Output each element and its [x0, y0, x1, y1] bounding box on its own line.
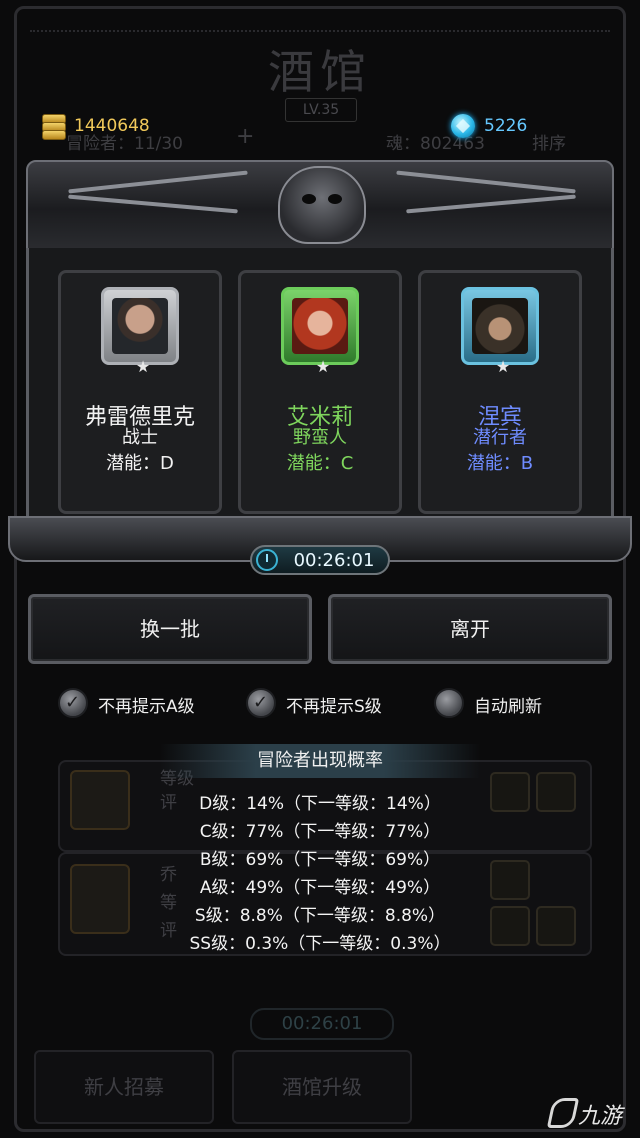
hooded-rogue-portrait-icon [472, 298, 528, 354]
probability-title: 冒险者出现概率 [160, 744, 480, 778]
gem-icon [451, 114, 475, 138]
background-add-button: + [236, 124, 255, 149]
gold-amount: 1440648 [74, 116, 150, 136]
recruit-potential: 潜能：C [286, 453, 354, 474]
background-level: LV.35 [285, 98, 357, 122]
star-icon: ★ [135, 357, 151, 376]
recruit-class: 潜行者 [473, 427, 527, 448]
recruit-portrait: ★ [101, 287, 179, 376]
recruit-class: 野蛮人 [293, 427, 347, 448]
background-timer: 00:26:01 [250, 1008, 394, 1040]
background-recruit-button: 新人招募 [34, 1050, 214, 1124]
recruit-portrait: ★ [461, 287, 539, 376]
probability-line: S级：8.8%（下一等级：8.8%） [194, 906, 446, 926]
checkbox-checked-icon[interactable]: ✓ [58, 688, 88, 718]
recruit-portrait: ★ [281, 287, 359, 376]
star-icon: ★ [495, 357, 511, 376]
background-title: 酒馆 [268, 45, 372, 99]
refresh-batch-button[interactable]: 换一批 [28, 594, 312, 664]
recruit-class: 战士 [122, 427, 158, 448]
leave-button[interactable]: 离开 [328, 594, 612, 664]
panel-ornament-top [26, 160, 614, 250]
option-label: 不再提示S级 [286, 697, 382, 717]
probability-line: SS级：0.3%（下一等级：0.3%） [189, 934, 451, 954]
red-haired-woman-portrait-icon [292, 298, 348, 354]
watermark-text: 九游 [578, 1104, 623, 1129]
refresh-timer: 00:26:01 [250, 545, 390, 575]
option-label: 不再提示A级 [98, 697, 195, 717]
recruit-potential: 潜能：B [466, 453, 534, 474]
recruit-potential: 潜能：D [106, 453, 174, 474]
checkbox-checked-icon[interactable]: ✓ [246, 688, 276, 718]
option-no-remind-s[interactable]: ✓ 不再提示S级 [246, 688, 416, 718]
background-sort-button: 排序 [532, 134, 566, 154]
probability-line: D级：14%（下一等级：14%） [199, 794, 441, 814]
star-icon: ★ [315, 357, 331, 376]
option-auto-refresh[interactable]: 自动刷新 [434, 688, 584, 718]
background-upgrade-button: 酒馆升级 [232, 1050, 412, 1124]
timer-text: 00:26:01 [293, 550, 375, 571]
option-label: 自动刷新 [474, 697, 542, 717]
recruit-card-emily[interactable]: ★ 艾米莉 野蛮人 潜能：C [238, 270, 402, 514]
recruit-card-fredrick[interactable]: ★ 弗雷德里克 战士 潜能：D [58, 270, 222, 514]
option-no-remind-a[interactable]: ✓ 不再提示A级 [58, 688, 228, 718]
male-warrior-portrait-icon [112, 298, 168, 354]
skull-ornament-icon [278, 166, 366, 244]
checkbox-unchecked-icon[interactable] [434, 688, 464, 718]
recruit-panel: ★ 弗雷德里克 战士 潜能：D ★ 艾米莉 野蛮人 潜能：C ★ 涅宾 潜行者 … [8, 160, 632, 570]
gem-amount: 5226 [484, 116, 528, 136]
nine-game-logo-icon [546, 1098, 580, 1128]
probability-line: B级：69%（下一等级：69%） [199, 850, 441, 870]
recruit-card-nebin[interactable]: ★ 涅宾 潜行者 潜能：B [418, 270, 582, 514]
clock-icon [256, 549, 278, 571]
watermark-logo: 九游 [544, 1094, 640, 1134]
probability-line: C级：77%（下一等级：77%） [199, 822, 441, 842]
probability-line: A级：49%（下一等级：49%） [199, 878, 441, 898]
gold-coin-icon [40, 114, 66, 140]
